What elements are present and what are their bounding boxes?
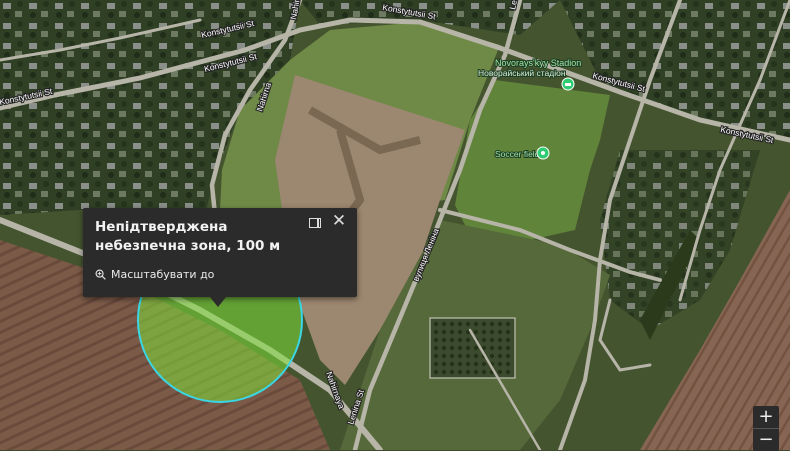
orchard-plot (429, 317, 516, 379)
stadium-label-local: Новорайський стадіон (478, 68, 566, 78)
dock-icon[interactable] (309, 218, 321, 228)
popup-pointer (210, 297, 226, 307)
close-icon[interactable]: ✕ (330, 212, 348, 230)
zoom-controls: + − (753, 406, 779, 451)
popup-title: Непідтверджена небезпечна зона, 100 м (95, 219, 281, 254)
zoom-out-button[interactable]: − (753, 428, 779, 451)
magnifier-zoom-icon (95, 269, 106, 280)
zoom-to-button[interactable]: Масштабувати до (95, 268, 214, 281)
feature-popup[interactable]: Непідтверджена небезпечна зона, 100 м ✕ … (83, 208, 357, 307)
stadium-pin-icon[interactable] (561, 77, 575, 91)
zoom-in-button[interactable]: + (753, 406, 779, 428)
zoom-to-label: Масштабувати до (111, 268, 215, 281)
soccer-field-pin-icon[interactable] (536, 146, 550, 160)
stadium-label: Novorays'kyy Stadion (495, 58, 581, 68)
soccer-field-label: Soccer field (495, 149, 540, 159)
poi-soccer-field[interactable]: Soccer field (494, 146, 550, 160)
